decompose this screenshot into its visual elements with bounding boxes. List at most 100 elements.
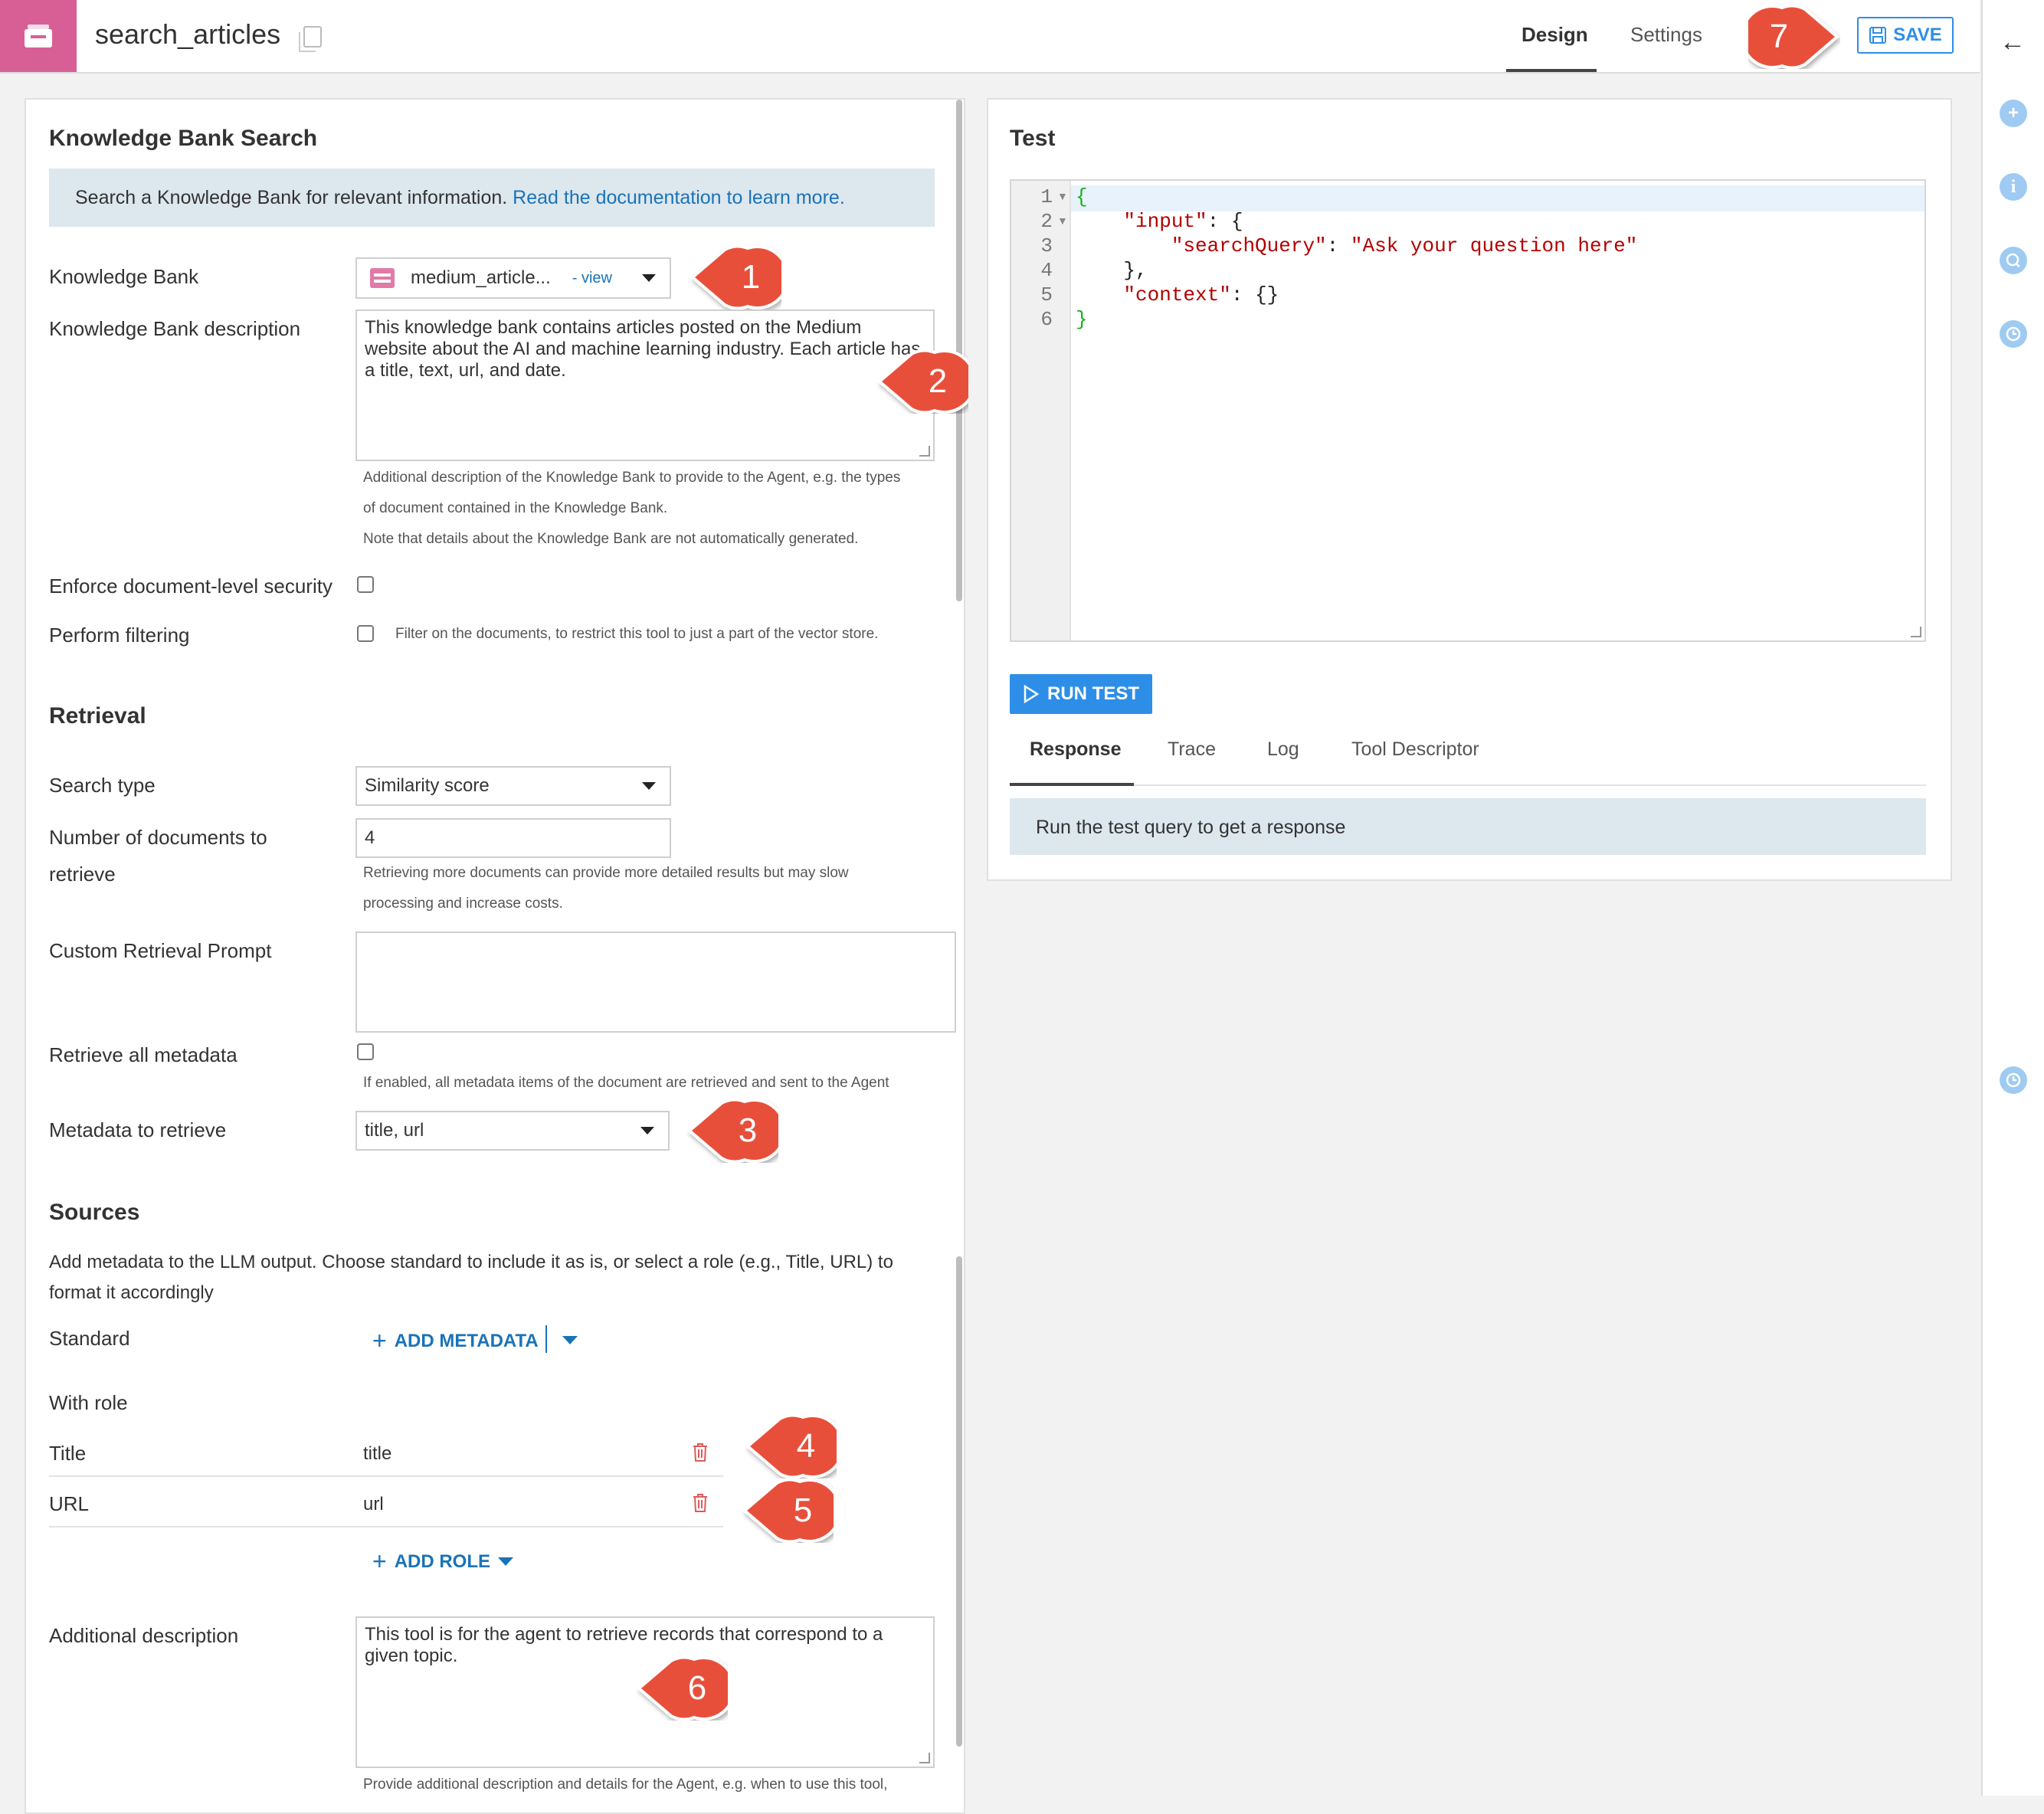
save-icon	[1869, 27, 1887, 44]
chevron-down-icon	[642, 782, 656, 790]
split-divider	[545, 1325, 547, 1353]
save-button[interactable]: SAVE	[1857, 17, 1954, 54]
back-arrow-icon[interactable]: ←	[2000, 28, 2026, 57]
num-docs-value: 4	[365, 827, 375, 848]
copy-icon[interactable]	[299, 26, 322, 52]
code-line-3-sep: :	[1326, 234, 1351, 257]
tab-design[interactable]: Design	[1522, 23, 1588, 47]
code-line-3: "searchQuery": "Ask your question here"	[1076, 234, 1638, 257]
resize-handle-icon[interactable]	[1911, 627, 1921, 637]
security-checkbox[interactable]	[357, 576, 374, 593]
callout-number: 7	[1769, 18, 1789, 55]
run-test-button[interactable]: RUN TEST	[1010, 674, 1152, 714]
info-icon[interactable]: i	[2000, 173, 2027, 201]
callout-1: 1	[690, 244, 790, 310]
code-line-4-text: },	[1123, 259, 1148, 282]
section-title-sources: Sources	[49, 1200, 140, 1225]
chat-icon[interactable]	[2000, 247, 2027, 274]
knowledge-bank-icon	[25, 25, 52, 47]
chevron-down-icon	[642, 274, 656, 282]
response-text: Run the test query to get a response	[1036, 817, 1346, 838]
code-value-searchquery: "Ask your question here"	[1350, 234, 1638, 257]
num-docs-label-1: Number of documents to	[49, 826, 267, 849]
save-label: SAVE	[1893, 25, 1942, 45]
additional-desc-label: Additional description	[49, 1624, 239, 1647]
kb-description-textarea[interactable]: This knowledge bank contains articles po…	[355, 309, 935, 461]
add-metadata-dropdown-icon[interactable]	[562, 1336, 578, 1344]
history-icon[interactable]	[2000, 320, 2027, 348]
role-name-title: Title	[49, 1442, 87, 1465]
callout-2: 2	[876, 349, 977, 414]
metadata-value: title, url	[365, 1120, 424, 1141]
tab-tool-descriptor[interactable]: Tool Descriptor	[1351, 738, 1479, 761]
num-docs-help-2: processing and increase costs.	[363, 896, 563, 912]
with-role-label: With role	[49, 1391, 128, 1414]
role-value-url[interactable]: url	[363, 1494, 384, 1515]
retrieve-all-checkbox[interactable]	[357, 1043, 374, 1060]
chevron-down-icon	[640, 1127, 654, 1135]
code-key-searchquery: "searchQuery"	[1171, 234, 1327, 257]
line-number: 5	[1040, 283, 1053, 306]
tab-active-indicator	[1506, 69, 1597, 72]
row-divider	[49, 1526, 723, 1527]
app-icon[interactable]	[0, 0, 77, 72]
tab-response[interactable]: Response	[1030, 738, 1121, 761]
resize-handle-icon[interactable]	[919, 446, 930, 457]
retrieve-all-help: If enabled, all metadata items of the do…	[363, 1075, 889, 1091]
search-type-label: Search type	[49, 774, 156, 797]
search-type-select[interactable]: Similarity score	[355, 766, 671, 806]
callout-6: 6	[636, 1655, 736, 1721]
code-key-context: "context"	[1123, 283, 1231, 306]
add-icon[interactable]: +	[2000, 100, 2027, 127]
callout-number: 6	[687, 1669, 707, 1707]
callout-number: 1	[741, 258, 761, 296]
tab-log[interactable]: Log	[1267, 738, 1299, 761]
callout-number: 4	[796, 1427, 816, 1465]
callout-5: 5	[742, 1478, 842, 1544]
filtering-checkbox[interactable]	[357, 625, 374, 642]
callout-7: 7	[1740, 4, 1840, 70]
resize-handle-icon[interactable]	[919, 1753, 930, 1763]
chat-bubble-icon	[2006, 253, 2020, 267]
kb-view-link[interactable]: - view	[572, 270, 612, 287]
plus-icon: +	[372, 1547, 387, 1575]
custom-prompt-textarea[interactable]	[355, 932, 956, 1033]
row-divider	[49, 1475, 723, 1477]
tab-active-indicator	[1010, 783, 1134, 786]
role-name-url: URL	[49, 1492, 90, 1515]
filtering-label: Perform filtering	[49, 624, 190, 647]
tab-divider	[1010, 784, 1926, 786]
fold-arrow-icon[interactable]: ▼	[1057, 190, 1068, 202]
history-icon-bottom[interactable]	[2000, 1066, 2027, 1094]
role-value-title[interactable]: title	[363, 1443, 391, 1465]
section-title-retrieval: Retrieval	[49, 703, 146, 729]
callout-number: 3	[738, 1112, 758, 1149]
section-title-test: Test	[1010, 126, 1056, 151]
num-docs-input[interactable]: 4	[355, 818, 671, 858]
trash-icon[interactable]	[691, 1442, 709, 1463]
documentation-link[interactable]: Read the documentation to learn more.	[513, 187, 845, 208]
callout-4: 4	[745, 1413, 845, 1479]
tab-settings[interactable]: Settings	[1630, 23, 1702, 47]
response-area: Run the test query to get a response	[1010, 798, 1926, 855]
kb-description-help-1: Additional description of the Knowledge …	[363, 470, 901, 486]
fold-arrow-icon[interactable]: ▼	[1057, 214, 1068, 227]
knowledge-bank-icon	[370, 268, 395, 288]
play-icon	[1024, 685, 1040, 703]
kb-description-help-2: of document contained in the Knowledge B…	[363, 500, 668, 516]
code-line-1: {	[1076, 185, 1088, 208]
code-line-4: },	[1076, 259, 1148, 282]
knowledge-bank-select[interactable]: medium_article... - view	[355, 257, 671, 299]
scrollbar-thumb-lower[interactable]	[956, 1256, 962, 1747]
tab-trace[interactable]: Trace	[1168, 738, 1216, 761]
line-number: 6	[1040, 308, 1053, 331]
callout-3: 3	[686, 1098, 787, 1164]
add-role-button[interactable]: + ADD ROLE	[372, 1547, 514, 1576]
sources-desc-1: Add metadata to the LLM output. Choose s…	[49, 1252, 893, 1272]
add-metadata-button[interactable]: + ADD METADATA	[372, 1327, 539, 1355]
active-line-highlight	[1071, 185, 1924, 211]
code-line-2: "input": {	[1076, 210, 1243, 233]
kb-description-help-3: Note that details about the Knowledge Ba…	[363, 531, 859, 547]
trash-icon[interactable]	[691, 1492, 709, 1514]
metadata-select[interactable]: title, url	[355, 1111, 670, 1151]
